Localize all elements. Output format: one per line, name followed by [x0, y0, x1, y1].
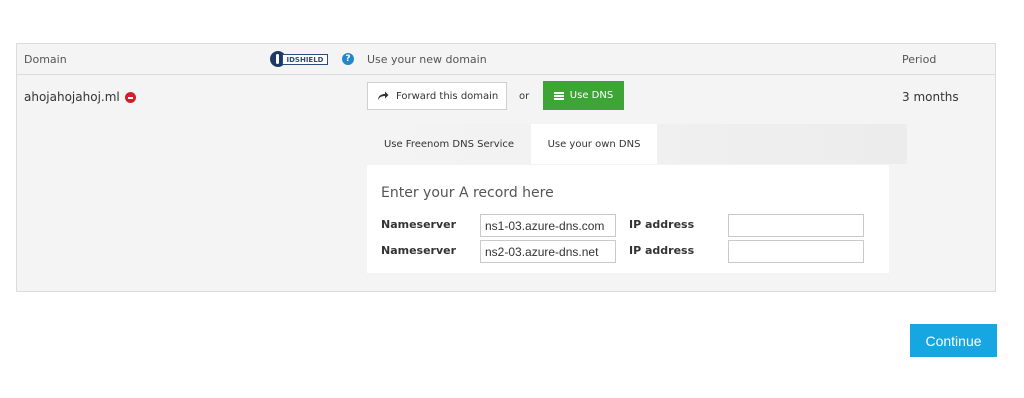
dns-form-heading: Enter your A record here: [381, 185, 554, 201]
or-separator: or: [519, 91, 530, 102]
idshield-logo-text: IDSHIELD: [282, 54, 328, 65]
use-dns-label: Use DNS: [569, 90, 614, 101]
tab-freenom-dns[interactable]: Use Freenom DNS Service: [367, 124, 531, 164]
ip-address-label-1: IP address: [629, 218, 695, 231]
idshield-logo-icon: IDSHIELD: [270, 51, 328, 67]
domain-name: ahojahojahoj.ml: [24, 90, 120, 104]
domain-panel: Domain IDSHIELD ? Use your new domain Pe…: [16, 43, 996, 292]
forward-domain-button[interactable]: Forward this domain: [367, 82, 507, 110]
ip-address-input-2[interactable]: [728, 240, 864, 263]
forward-arrow-icon: [378, 91, 389, 100]
ip-address-input-1[interactable]: [728, 214, 864, 237]
dns-form: Enter your A record here Nameserver IP a…: [367, 165, 889, 273]
ip-address-label-2: IP address: [629, 244, 695, 257]
nameserver-input-2[interactable]: [480, 240, 616, 263]
dns-tabs: Use Freenom DNS Service Use your own DNS: [367, 124, 907, 164]
tab-own-dns[interactable]: Use your own DNS: [531, 124, 657, 164]
nameserver-label-2: Nameserver: [381, 244, 457, 257]
period-column-header: Period: [902, 53, 937, 66]
remove-icon[interactable]: [125, 92, 136, 103]
list-icon: [553, 91, 564, 100]
forward-domain-label: Forward this domain: [396, 90, 499, 102]
continue-button[interactable]: Continue: [910, 324, 997, 357]
use-domain-column-header: Use your new domain: [367, 53, 487, 66]
nameserver-input-1[interactable]: [480, 214, 616, 237]
table-header: Domain IDSHIELD ? Use your new domain Pe…: [17, 44, 995, 75]
use-dns-button[interactable]: Use DNS: [543, 81, 624, 110]
domain-column-header: Domain: [24, 53, 67, 66]
nameserver-label-1: Nameserver: [381, 218, 457, 231]
period-value: 3 months: [902, 90, 959, 104]
help-icon[interactable]: ?: [342, 53, 354, 65]
